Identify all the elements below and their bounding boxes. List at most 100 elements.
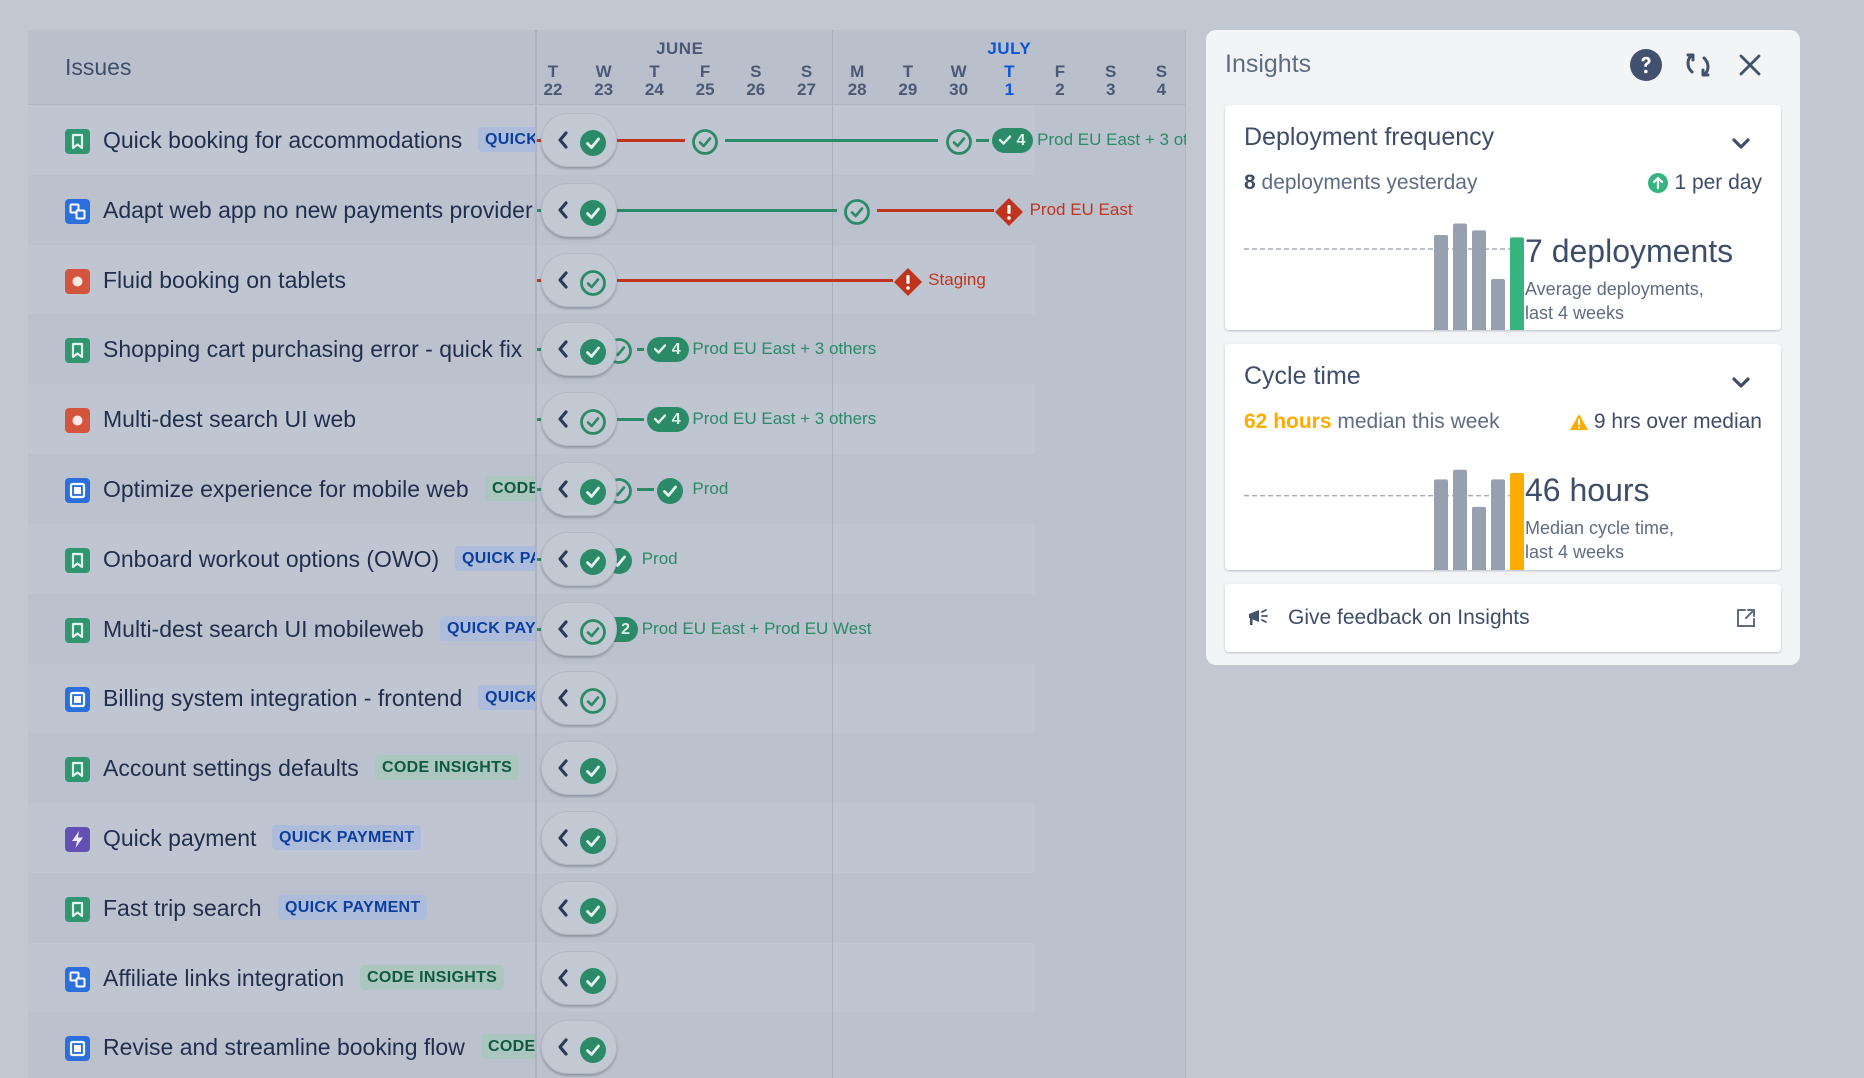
scroll-to-start-button[interactable]	[541, 811, 617, 865]
close-button[interactable]	[1732, 47, 1768, 83]
check-circle-filled-icon[interactable]	[655, 476, 685, 511]
environment-label[interactable]: Prod EU East + 3 others	[692, 339, 876, 359]
column-divider[interactable]	[535, 30, 537, 1078]
issue-row[interactable]: Onboard workout options (OWO) QUICK PAYME…	[28, 524, 1186, 594]
scroll-to-start-button[interactable]	[541, 741, 617, 796]
scroll-to-start-button[interactable]	[541, 601, 617, 656]
day-date: 1	[1004, 80, 1015, 99]
issue-title[interactable]: Quick booking for accommodations	[103, 127, 462, 154]
issue-row[interactable]: Quick booking for accommodations QUICK PA…	[28, 105, 1186, 175]
scroll-to-start-button[interactable]	[541, 950, 617, 1005]
issue-label-tag[interactable]: CODE INSIGHTS	[485, 476, 535, 501]
issue-title[interactable]: Onboard workout options (OWO)	[103, 546, 439, 573]
scroll-to-start-button[interactable]	[541, 322, 617, 377]
issue-label-tag[interactable]: QUICK PAYMENT	[478, 685, 535, 711]
issue-title[interactable]: Fast trip search	[103, 895, 262, 922]
environment-label[interactable]: Staging	[928, 270, 986, 290]
scroll-to-start-button[interactable]	[541, 462, 617, 516]
issue-row[interactable]: Multi-dest search UI web 4 Prod EU East + …	[28, 384, 1186, 454]
issue-row[interactable]: Fast trip search QUICK PAYMENT	[28, 872, 1186, 943]
issue-row[interactable]: Quick payment QUICK PAYMENT	[28, 803, 1186, 873]
deployment-count-badge[interactable]: 4	[646, 407, 689, 433]
bar-w2	[1453, 469, 1467, 570]
issue-title[interactable]: Multi-dest search UI web	[103, 406, 356, 433]
refresh-icon	[1686, 53, 1710, 77]
environment-label[interactable]: Prod EU East	[1030, 200, 1133, 220]
day-of-week: M	[850, 62, 865, 81]
deployment-track	[535, 873, 1186, 943]
scroll-to-start-button[interactable]	[541, 182, 617, 237]
deployment-count-badge[interactable]: 4	[991, 128, 1034, 153]
board-header: Issues JUNE JULY T 22 W 23 T 24 F 25 S 26 S 27 M 28 T 29…	[28, 30, 1186, 105]
issue-title[interactable]: Optimize experience for mobile web	[103, 476, 469, 503]
help-button[interactable]	[1628, 47, 1664, 83]
scroll-to-start-button[interactable]	[541, 531, 617, 586]
issue-row[interactable]: Billing system integration - frontend QUI…	[28, 663, 1186, 733]
track-segment	[617, 418, 645, 422]
scroll-to-start-button[interactable]	[541, 392, 617, 447]
issue-title[interactable]: Account settings defaults	[103, 755, 359, 782]
issue-title[interactable]: Shopping cart purchasing error - quick f…	[103, 336, 522, 363]
scroll-to-start-button[interactable]	[541, 671, 617, 726]
refresh-button[interactable]	[1680, 47, 1716, 83]
environment-label[interactable]: Prod EU East + 3 others	[1037, 130, 1186, 150]
issue-title[interactable]: Revise and streamline booking flow	[103, 1034, 465, 1061]
issue-row[interactable]: Account settings defaults CODE INSIGHTS	[28, 733, 1186, 804]
issue-label-tag[interactable]: QUICK PAYMENT	[278, 894, 428, 920]
issue-label-tag[interactable]: CODE INSIGHTS	[360, 964, 505, 990]
chevron-left-icon	[558, 1038, 568, 1056]
issue-title[interactable]: Billing system integration - frontend	[103, 685, 462, 712]
scroll-to-start-button[interactable]	[541, 880, 617, 935]
issue-row[interactable]: Revise and streamline booking flow CODE I…	[28, 1012, 1186, 1078]
deployment-count-badge[interactable]: 4	[646, 337, 689, 363]
scroll-to-start-button[interactable]	[541, 1020, 617, 1075]
chevron-left-icon	[558, 201, 568, 219]
chevron-down-icon[interactable]	[1731, 376, 1751, 390]
card-title: Deployment frequency	[1244, 123, 1495, 151]
bar-w3	[1472, 506, 1486, 570]
issue-title[interactable]: Fluid booking on tablets	[103, 267, 346, 294]
story-icon	[65, 547, 90, 573]
issue-label-tag[interactable]: QUICK PAYMENT	[272, 825, 422, 850]
day-header: S3	[1091, 63, 1131, 99]
issue-label-tag[interactable]: QUICK PAYMENT	[478, 127, 535, 152]
cycle-time-median: 46 hours	[1525, 472, 1650, 508]
subtask-icon	[65, 198, 90, 224]
issue-label-tag[interactable]: CODE INSIGHTS	[481, 1034, 535, 1060]
check-circle-outline-icon[interactable]	[944, 127, 974, 162]
environment-label[interactable]: Prod EU East + 3 others	[692, 409, 876, 429]
failed-deployment-icon[interactable]	[994, 197, 1024, 232]
environment-label[interactable]: Prod EU East + Prod EU West	[642, 619, 872, 639]
environment-label[interactable]: Prod	[692, 479, 728, 499]
chevron-down-icon[interactable]	[1731, 137, 1751, 151]
environment-label[interactable]: Prod	[642, 549, 678, 569]
issue-row[interactable]: Shopping cart purchasing error - quick f…	[28, 314, 1186, 385]
scroll-to-start-button[interactable]	[541, 113, 617, 167]
issue-row[interactable]: Adapt web app no new payments provider Pr…	[28, 174, 1186, 245]
issue-cell: Optimize experience for mobile web CODE I…	[28, 454, 535, 524]
chevron-left-icon	[558, 689, 568, 707]
failed-deployment-icon[interactable]	[893, 267, 923, 302]
give-feedback-button[interactable]: Give feedback on Insights	[1225, 584, 1781, 652]
issue-label-tag[interactable]: CODE INSIGHTS	[375, 755, 520, 781]
check-circle-outline-icon[interactable]	[842, 197, 872, 232]
day-date: 28	[847, 80, 867, 99]
deployment-track	[535, 663, 1186, 733]
issue-row[interactable]: Multi-dest search UI mobileweb QUICK PAYM…	[28, 593, 1186, 664]
issue-row[interactable]: Optimize experience for mobile web CODE I…	[28, 454, 1186, 524]
issue-row[interactable]: Fluid booking on tablets Staging	[28, 245, 1186, 315]
issue-row[interactable]: Affiliate links integration CODE INSIGHTS	[28, 943, 1186, 1013]
story-icon	[65, 338, 90, 364]
day-header: F 25	[685, 63, 725, 99]
track-segment	[636, 348, 645, 352]
deployment-count: 4	[671, 411, 681, 429]
issue-label-tag[interactable]: QUICK PAYMENT	[440, 615, 535, 641]
issue-title[interactable]: Affiliate links integration	[103, 965, 344, 992]
scroll-to-start-button[interactable]	[541, 252, 617, 307]
issue-title[interactable]: Quick payment	[103, 825, 256, 852]
issue-label-tag[interactable]: QUICK PAYMENT	[455, 545, 535, 571]
issue-title[interactable]: Multi-dest search UI mobileweb	[103, 616, 424, 643]
check-circle-outline-icon[interactable]	[690, 127, 720, 162]
bar-current	[1510, 237, 1524, 330]
issue-title[interactable]: Adapt web app no new payments provider	[103, 197, 533, 224]
